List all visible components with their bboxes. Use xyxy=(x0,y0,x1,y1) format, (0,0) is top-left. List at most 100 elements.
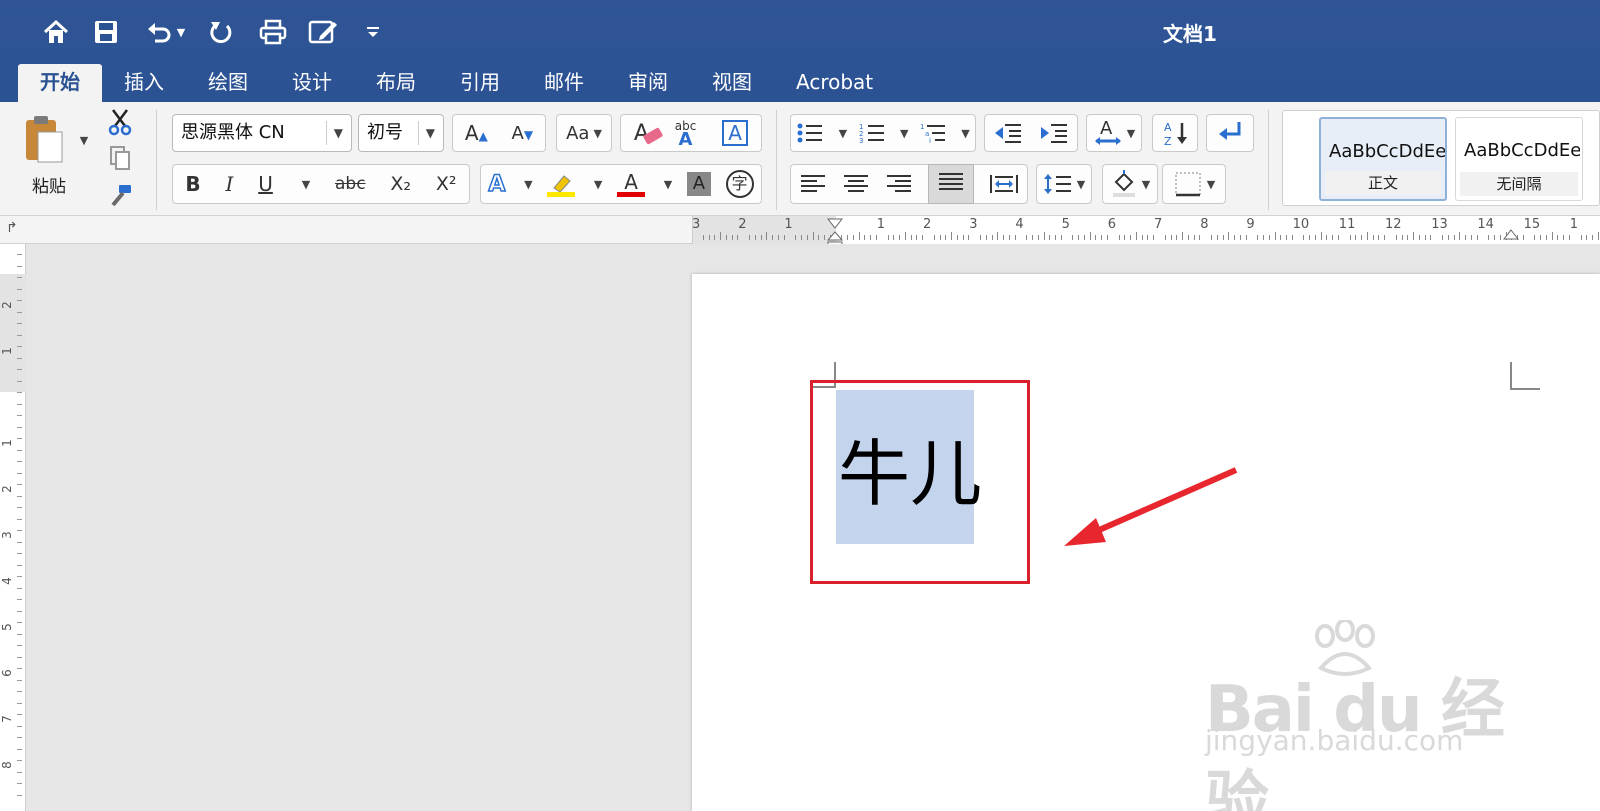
distributed-icon[interactable] xyxy=(989,173,1019,195)
highlight-button[interactable] xyxy=(547,172,576,197)
tab-home[interactable]: 开始 xyxy=(18,64,102,102)
redo-icon[interactable] xyxy=(205,14,237,50)
clear-formatting-button[interactable]: A xyxy=(634,121,664,146)
numbering-dropdown-icon[interactable]: ▼ xyxy=(900,127,908,140)
shading-dropdown-icon[interactable]: ▼ xyxy=(1142,178,1150,191)
font-color-dropdown-icon[interactable]: ▼ xyxy=(664,178,672,191)
decrease-indent-icon[interactable] xyxy=(993,122,1023,144)
title-bar: ▼ 文档1 开始 插入 绘图 设计 布局 引用 邮件 审阅 视图 Acrobat xyxy=(0,0,1600,102)
show-formatting-button[interactable] xyxy=(1206,114,1254,152)
cut-icon[interactable] xyxy=(104,106,136,138)
tab-draw[interactable]: 绘图 xyxy=(186,64,270,102)
ruler-tick xyxy=(939,235,941,240)
bullets-icon[interactable] xyxy=(796,122,824,144)
paste-dropdown-icon[interactable]: ▼ xyxy=(74,130,90,150)
align-left-icon[interactable] xyxy=(799,173,827,195)
home-icon[interactable] xyxy=(40,14,72,50)
ruler-tick xyxy=(17,714,22,715)
justify-button[interactable] xyxy=(928,164,975,204)
chevron-down-icon[interactable]: ▼ xyxy=(334,115,343,151)
sort-button[interactable]: AZ xyxy=(1152,114,1198,152)
change-case-button[interactable]: Aa ▼ xyxy=(556,114,612,152)
ruler-label: 8 xyxy=(1200,217,1209,232)
style-normal[interactable]: AaBbCcDdEe 正文 xyxy=(1319,117,1447,201)
character-border-button[interactable]: A xyxy=(722,120,749,146)
increase-indent-icon[interactable] xyxy=(1039,122,1069,144)
ruler-tick xyxy=(979,235,981,240)
strikethrough-button[interactable]: abc xyxy=(335,174,366,194)
grow-font-button[interactable]: A▲ xyxy=(465,121,488,145)
svg-text:3: 3 xyxy=(859,137,863,144)
save-icon[interactable] xyxy=(90,14,122,50)
ruler-tick xyxy=(17,334,22,336)
ruler-label: 6 xyxy=(0,669,14,677)
align-right-icon[interactable] xyxy=(885,173,913,195)
ruler-label: 7 xyxy=(0,715,14,723)
align-center-icon[interactable] xyxy=(842,173,870,195)
tab-insert[interactable]: 插入 xyxy=(102,64,186,102)
ruler-tick xyxy=(1395,235,1397,240)
copy-icon[interactable] xyxy=(104,142,136,174)
indent-marker-icon[interactable] xyxy=(826,218,844,251)
style-no-spacing[interactable]: AaBbCcDdEe 无间隔 xyxy=(1455,117,1583,201)
bullets-dropdown-icon[interactable]: ▼ xyxy=(839,127,847,140)
format-painter-icon[interactable] xyxy=(104,180,136,212)
underline-button[interactable]: U xyxy=(258,172,273,196)
ruler-tick xyxy=(748,235,750,240)
borders-button[interactable]: ▼ xyxy=(1162,164,1226,204)
tab-design[interactable]: 设计 xyxy=(270,64,354,102)
ruler-tick xyxy=(1563,235,1565,240)
multilevel-dropdown-icon[interactable]: ▼ xyxy=(961,127,969,140)
chevron-down-icon[interactable]: ▼ xyxy=(426,115,435,151)
shrink-font-button[interactable]: A▼ xyxy=(512,123,534,144)
ruler-label: 1 xyxy=(784,217,793,232)
phonetic-guide-button[interactable]: abc A xyxy=(675,119,697,149)
borders-dropdown-icon[interactable]: ▼ xyxy=(1207,178,1215,191)
ruler-tick xyxy=(1060,235,1062,240)
paste-icon[interactable] xyxy=(18,110,70,170)
line-spacing-dropdown-icon[interactable]: ▼ xyxy=(1077,178,1085,191)
multilevel-list-icon[interactable]: 1ai xyxy=(919,122,947,144)
customize-toolbar-icon[interactable] xyxy=(362,14,384,50)
undo-icon[interactable]: ▼ xyxy=(140,14,190,50)
ruler-tick xyxy=(933,235,935,240)
highlight-color-bar xyxy=(547,191,576,197)
edit-document-icon[interactable] xyxy=(306,14,340,50)
numbering-icon[interactable]: 123 xyxy=(858,122,886,144)
svg-text:i: i xyxy=(929,137,931,144)
tab-layout[interactable]: 布局 xyxy=(354,64,438,102)
shading-button[interactable]: ▼ xyxy=(1102,164,1158,204)
asian-layout-dropdown-icon[interactable]: ▼ xyxy=(1127,127,1135,140)
text-effects-button[interactable]: A xyxy=(488,171,507,198)
ruler-tick xyxy=(1592,235,1594,240)
sort-icon: AZ xyxy=(1164,121,1187,148)
text-effects-dropdown-icon[interactable]: ▼ xyxy=(524,178,532,191)
undo-dropdown-icon[interactable]: ▼ xyxy=(177,26,185,39)
asian-layout-button[interactable]: A ▼ xyxy=(1086,114,1142,152)
print-icon[interactable] xyxy=(256,14,290,50)
ruler-tick xyxy=(17,599,22,600)
ruler-tick xyxy=(17,748,22,750)
bold-button[interactable]: B xyxy=(185,172,200,196)
tab-selector-icon[interactable]: ↱ xyxy=(6,220,18,236)
subscript-button[interactable]: X₂ xyxy=(390,173,411,195)
highlight-dropdown-icon[interactable]: ▼ xyxy=(594,178,602,191)
line-spacing-button[interactable]: ▼ xyxy=(1036,164,1092,204)
tab-acrobat[interactable]: Acrobat xyxy=(774,64,895,102)
font-family-combo[interactable]: 思源黑体 CN ▼ xyxy=(172,114,352,152)
character-shading-button[interactable]: A xyxy=(686,172,711,196)
tab-review[interactable]: 审阅 xyxy=(606,64,690,102)
ruler-tick xyxy=(1199,235,1201,240)
ruler-label: 1 xyxy=(0,439,14,447)
horizontal-ruler[interactable]: 3 2 1 1 2 3 4 5 6 7 8 9 10 11 12 13 14 15 1 xyxy=(692,216,1600,251)
tab-view[interactable]: 视图 xyxy=(690,64,774,102)
font-size-combo[interactable]: 初号 ▼ xyxy=(358,114,444,152)
tab-mailings[interactable]: 邮件 xyxy=(522,64,606,102)
underline-dropdown-icon[interactable]: ▼ xyxy=(302,178,310,191)
italic-button[interactable]: I xyxy=(225,172,233,196)
tab-references[interactable]: 引用 xyxy=(438,64,522,102)
font-color-button[interactable]: A xyxy=(617,172,646,197)
enclose-characters-button[interactable]: 字 xyxy=(725,170,754,198)
superscript-button[interactable]: X² xyxy=(436,173,457,195)
vertical-ruler[interactable]: 2 1 1 2 3 4 5 6 7 8 xyxy=(0,244,26,811)
